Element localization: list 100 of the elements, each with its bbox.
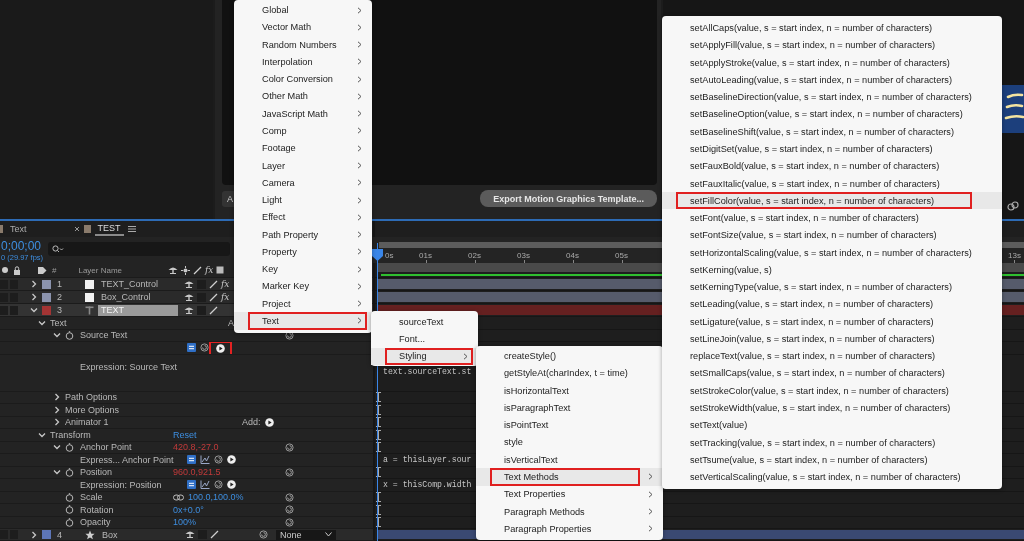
property-value[interactable]: 100% (173, 517, 197, 528)
shy-icon[interactable] (185, 530, 195, 539)
expression-code[interactable]: x = thisComp.width (383, 480, 472, 490)
menu-item[interactable]: setStrokeWidth(value, s = start index, n = number of characters) (662, 399, 1002, 417)
chevron-right-icon[interactable] (53, 393, 61, 402)
menu-item[interactable]: setDigitSet(value, s = start index, n = number of characters) (662, 140, 1002, 158)
equals-icon[interactable] (187, 480, 196, 490)
menu-item[interactable]: setBaselineOption(value, s = start index, n = number of characters) (662, 105, 1002, 124)
menu-item[interactable]: setSmallCaps(value, s = start index, n = number of characters) (662, 364, 1002, 383)
chevron-down-icon[interactable] (30, 306, 38, 314)
expression-code[interactable]: text.sourceText.st (383, 366, 472, 376)
menu-item[interactable]: setStrokeColor(value, s = start index, n = number of characters) (662, 382, 1002, 400)
menu-item[interactable]: setVerticalScaling(value, s = start index, n = number of characters) (662, 468, 1002, 486)
menu-item[interactable]: Vector Math (234, 18, 372, 37)
expression-code[interactable]: a = thisLayer.sour (383, 455, 472, 465)
chevron-right-icon[interactable] (30, 293, 38, 301)
menu-item[interactable]: Global (234, 1, 372, 19)
equals-icon[interactable] (187, 455, 196, 465)
shy-icon[interactable] (168, 265, 179, 275)
play-icon[interactable] (264, 417, 274, 427)
menu-item[interactable]: Marker Key (234, 277, 372, 295)
stopwatch-icon[interactable] (65, 330, 74, 340)
chevron-down-icon[interactable] (53, 443, 61, 452)
menu-item[interactable]: Paragraph Methods (476, 502, 663, 521)
search-field[interactable] (48, 242, 231, 256)
menu-item[interactable]: Paragraph Properties (476, 520, 663, 538)
property-value[interactable]: 0x+0.0° (173, 504, 204, 515)
menu-item[interactable]: Random Numbers (234, 36, 372, 54)
menu-item[interactable]: setLigature(value, s = start index, n = number of characters) (662, 313, 1002, 331)
spiral-icon[interactable] (285, 330, 294, 340)
menu-item[interactable]: Path Property (234, 225, 372, 244)
chain-icon[interactable] (173, 493, 184, 501)
parent-dropdown[interactable]: None (276, 529, 336, 540)
close-icon[interactable] (73, 226, 80, 232)
shy-icon[interactable] (184, 292, 194, 302)
stopwatch-icon[interactable] (65, 505, 74, 515)
play-icon[interactable] (227, 455, 236, 465)
menu-item[interactable]: Other Math (234, 87, 372, 106)
menu-icon[interactable] (127, 225, 136, 233)
chevron-right-icon[interactable] (30, 530, 38, 539)
menu-item[interactable]: JavaScript Math (234, 105, 372, 123)
shy-icon[interactable] (184, 279, 194, 289)
menu-item[interactable]: replaceText(value, s = start index, n = number of characters) (662, 347, 1002, 365)
layer-name[interactable]: Box_Control (98, 291, 178, 303)
menu-item[interactable]: isVerticalText (476, 451, 663, 469)
menu-item[interactable]: isParagraphText (476, 399, 663, 417)
export-button[interactable]: Export Motion Graphics Template... (480, 190, 657, 207)
menu-item[interactable]: setFauxItalic(value, s = start index, n = number of characters) (662, 174, 1002, 193)
menu-item[interactable]: setFillColor(value, s = start index, n = number of characters) (662, 192, 1002, 210)
menu-item[interactable]: setText(value) (662, 416, 1002, 434)
menu-item[interactable]: setTsume(value, s = start index, n = number of characters) (662, 451, 1002, 469)
switch-box[interactable] (197, 305, 206, 315)
graph-icon[interactable] (200, 480, 210, 490)
menu-item[interactable]: Layer (234, 156, 372, 175)
chevron-right-icon[interactable] (53, 418, 61, 427)
chevron-down-icon[interactable] (38, 318, 46, 327)
menu-item[interactable]: createStyle() (476, 347, 663, 365)
property-value[interactable]: 100.0,100.0% (188, 492, 244, 503)
menu-item[interactable]: Project (234, 295, 372, 313)
menu-item[interactable]: setBaselineDirection(value, s = start index, n = number of characters) (662, 88, 1002, 106)
layer-name[interactable]: Box (99, 529, 179, 540)
stopwatch-icon[interactable] (65, 467, 74, 477)
tab[interactable]: Text (7, 223, 30, 235)
menu-item[interactable]: isHorizontalText (476, 382, 663, 400)
menu-item[interactable]: Property (234, 243, 372, 261)
menu-item[interactable]: setBaselineShift(value, s = start index, n = number of characters) (662, 123, 1002, 141)
play-icon[interactable] (216, 343, 225, 353)
menu-item[interactable]: Color Conversion (234, 70, 372, 88)
menu-item[interactable]: setAllCaps(value, s = start index, n = number of characters) (662, 19, 1002, 37)
equals-icon[interactable] (187, 343, 196, 353)
menu-item[interactable]: setApplyStroke(value, s = start index, n = number of characters) (662, 54, 1002, 72)
label-color-swatch[interactable] (42, 530, 51, 539)
shy-icon[interactable] (184, 305, 194, 315)
play-icon[interactable] (227, 480, 236, 490)
timecode[interactable]: 0;00;00 (1, 240, 44, 253)
menu-item[interactable]: setHorizontalScaling(value, s = start index, n = number of characters) (662, 243, 1002, 262)
panel-button[interactable]: A (222, 190, 234, 207)
menu-item[interactable]: setLineJoin(value, s = start index, n = number of characters) (662, 330, 1002, 348)
layer-name[interactable]: TEXT_Control (98, 278, 178, 290)
chevron-right-icon[interactable] (30, 280, 38, 288)
menu-item[interactable]: Interpolation (234, 53, 372, 71)
menu-item[interactable]: Light (234, 191, 372, 209)
chevron-down-icon[interactable] (53, 331, 61, 340)
menu-item[interactable]: setApplyFill(value, s = start index, n = number of characters) (662, 36, 1002, 55)
menu-item[interactable]: setAutoLeading(value, s = start index, n = number of characters) (662, 71, 1002, 89)
label-color-swatch[interactable] (42, 279, 51, 289)
label-color-swatch[interactable] (42, 292, 51, 302)
menu-item[interactable]: sourceText (371, 313, 478, 331)
menu-item[interactable]: style (476, 433, 663, 452)
menu-item[interactable]: Footage (234, 139, 372, 157)
menu-item[interactable]: setFauxBold(value, s = start index, n = number of characters) (662, 157, 1002, 175)
chevron-right-icon[interactable] (53, 405, 61, 414)
stopwatch-icon[interactable] (65, 517, 74, 527)
menu-item[interactable]: Font... (371, 330, 478, 348)
stopwatch-icon[interactable] (65, 492, 74, 502)
menu-item[interactable]: Text Methods (476, 468, 663, 486)
chevron-down-icon[interactable] (38, 430, 46, 439)
stopwatch-icon[interactable] (65, 442, 74, 452)
menu-item[interactable]: setFont(value, s = start index, n = number of characters) (662, 209, 1002, 227)
chevron-down-icon[interactable] (53, 468, 61, 477)
